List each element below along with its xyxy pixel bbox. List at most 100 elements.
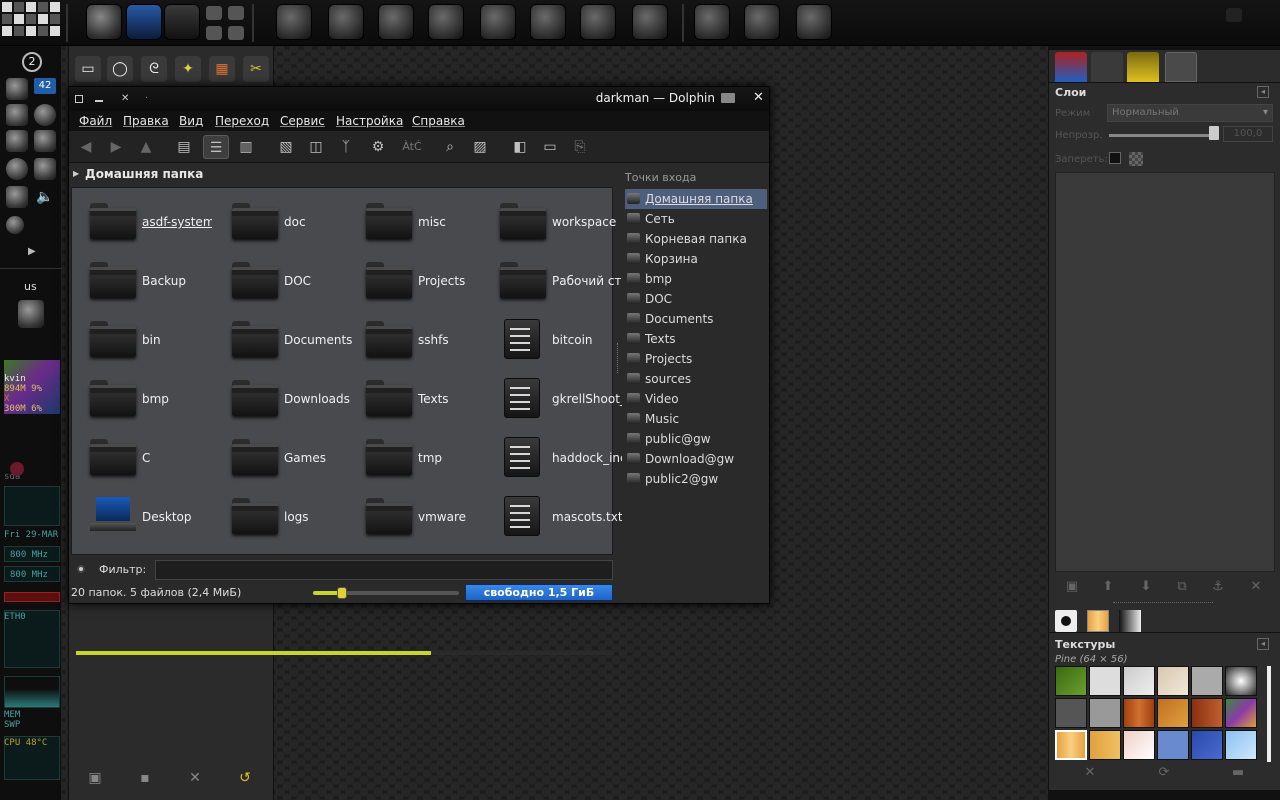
tools-icon[interactable] bbox=[580, 4, 616, 40]
texture-swatch[interactable] bbox=[1191, 698, 1223, 728]
texture-swatch[interactable] bbox=[1225, 698, 1257, 728]
forward-icon[interactable]: ▶ bbox=[103, 135, 129, 159]
pane-handle[interactable] bbox=[1113, 602, 1213, 605]
browser-icon[interactable] bbox=[480, 4, 516, 40]
scissors-tool[interactable]: ✂ bbox=[243, 56, 269, 82]
menu-tools[interactable]: Сервис bbox=[280, 114, 325, 128]
texture-swatch[interactable] bbox=[1055, 666, 1087, 696]
splitter-handle[interactable] bbox=[617, 343, 619, 373]
place-item[interactable]: Video bbox=[625, 389, 767, 409]
place-item[interactable]: Music bbox=[625, 409, 767, 429]
pager-cell[interactable] bbox=[50, 2, 60, 12]
texture-swatch[interactable] bbox=[1055, 698, 1087, 728]
texture-swatch[interactable] bbox=[1089, 666, 1121, 696]
texture-scrollbar[interactable] bbox=[1267, 666, 1271, 762]
texture-swatch[interactable] bbox=[1191, 730, 1223, 760]
open-folder-icon[interactable]: ▬ bbox=[1229, 764, 1247, 782]
place-item[interactable]: DOC bbox=[625, 289, 767, 309]
breadcrumb-home[interactable]: Домашняя папка bbox=[85, 167, 203, 181]
place-item[interactable]: Домашняя папка bbox=[625, 189, 767, 209]
clock-icon[interactable] bbox=[34, 130, 56, 152]
image-editor-icon[interactable] bbox=[744, 4, 780, 40]
file-item[interactable]: Games bbox=[220, 434, 354, 484]
spellcheck-icon[interactable]: ÀtĆ bbox=[399, 135, 425, 159]
desktop-pager[interactable] bbox=[0, 0, 62, 46]
edit-icon[interactable] bbox=[6, 104, 28, 126]
opacity-value[interactable]: 100,0 bbox=[1223, 126, 1273, 142]
texture-swatch[interactable] bbox=[1089, 730, 1121, 760]
columns-view-icon[interactable]: ▥ bbox=[233, 135, 259, 159]
lock-pixels-checkbox[interactable] bbox=[1109, 152, 1121, 164]
pager-cell[interactable] bbox=[14, 2, 24, 12]
undo-tab-icon[interactable] bbox=[1127, 52, 1159, 82]
document-icon[interactable]: ▪ bbox=[135, 768, 155, 788]
globe-icon[interactable] bbox=[6, 158, 28, 180]
file-item[interactable]: Documents bbox=[220, 316, 354, 366]
place-item[interactable]: Download@gw bbox=[625, 449, 767, 469]
texture-swatch[interactable] bbox=[1225, 730, 1257, 760]
pager-cell[interactable] bbox=[2, 14, 12, 24]
file-item[interactable]: sshfs bbox=[354, 316, 488, 366]
patterns-tab-icon[interactable] bbox=[1087, 610, 1109, 632]
place-item[interactable]: Корневая папка bbox=[625, 229, 767, 249]
close-icon[interactable]: ✕ bbox=[753, 90, 764, 105]
dock-menu-icon[interactable]: ◂ bbox=[1257, 86, 1269, 98]
arrow-up-icon[interactable] bbox=[206, 6, 222, 20]
window-icon[interactable] bbox=[206, 26, 222, 40]
delete-icon[interactable]: ✕ bbox=[185, 768, 205, 788]
pager-cell[interactable] bbox=[26, 2, 36, 12]
fuzzy-select-tool[interactable]: ✦ bbox=[175, 56, 201, 82]
file-item[interactable]: doc bbox=[220, 198, 354, 248]
window-menu-icon[interactable] bbox=[75, 95, 83, 103]
keyboard-layout[interactable]: us bbox=[24, 280, 37, 293]
pager-cell[interactable] bbox=[26, 14, 36, 24]
clear-filter-icon[interactable] bbox=[77, 565, 85, 573]
network-icon[interactable]: ⎘ bbox=[567, 135, 593, 159]
shade-icon[interactable]: ✕ bbox=[121, 93, 129, 104]
place-item[interactable]: sources bbox=[625, 369, 767, 389]
file-item[interactable]: haddock_inc bbox=[488, 434, 622, 484]
place-item[interactable]: Сеть bbox=[625, 209, 767, 229]
pager-cell[interactable] bbox=[38, 14, 48, 24]
ball-icon[interactable] bbox=[6, 216, 24, 234]
texture-swatch[interactable] bbox=[1123, 666, 1155, 696]
save-icon[interactable]: ▣ bbox=[85, 768, 105, 788]
duplicate-layer-icon[interactable]: ⧉ bbox=[1173, 578, 1191, 596]
new-layer-icon[interactable]: ▣ bbox=[1063, 578, 1081, 596]
place-item[interactable]: public2@gw bbox=[625, 469, 767, 489]
zoom-slider[interactable] bbox=[313, 587, 459, 599]
file-item[interactable]: DOC bbox=[220, 257, 354, 307]
file-item[interactable]: bmp bbox=[78, 375, 212, 425]
pager-cell[interactable] bbox=[14, 14, 24, 24]
camera-icon[interactable] bbox=[34, 158, 56, 180]
pager-cell[interactable] bbox=[38, 26, 48, 36]
layers-tab-icon[interactable] bbox=[1055, 52, 1087, 82]
mail-count-badge[interactable]: 42 bbox=[34, 78, 56, 94]
breadcrumb[interactable]: ▶ Домашняя папка bbox=[69, 165, 615, 185]
file-item[interactable]: mascots.txt bbox=[488, 493, 622, 543]
filter-icon[interactable]: ᛉ bbox=[333, 135, 359, 159]
window-titlebar[interactable]: ✕ · darkman — Dolphin ✕ bbox=[69, 87, 769, 111]
details-view-icon[interactable]: ☰ bbox=[203, 135, 229, 159]
file-item[interactable]: gkrellShoot_ bbox=[488, 375, 622, 425]
texture-swatch[interactable] bbox=[1123, 698, 1155, 728]
paths-tab-icon[interactable] bbox=[1091, 52, 1123, 82]
file-item[interactable]: Downloads bbox=[220, 375, 354, 425]
file-item[interactable]: Projects bbox=[354, 257, 488, 307]
zoom-slider-knob[interactable] bbox=[337, 587, 348, 599]
lower-layer-icon[interactable]: ⬇ bbox=[1137, 578, 1155, 596]
place-item[interactable]: Корзина bbox=[625, 249, 767, 269]
opacity-slider-knob[interactable] bbox=[1209, 126, 1219, 140]
opacity-slider[interactable] bbox=[1109, 134, 1219, 137]
arrow-down-icon[interactable] bbox=[228, 6, 244, 20]
folder-launcher-icon[interactable] bbox=[328, 4, 364, 40]
panels-icon[interactable]: ▭ bbox=[537, 135, 563, 159]
file-item[interactable]: tmp bbox=[354, 434, 488, 484]
system-settings-icon[interactable] bbox=[378, 4, 414, 40]
layers-list[interactable] bbox=[1055, 172, 1275, 572]
texture-swatch[interactable] bbox=[1157, 730, 1189, 760]
raise-layer-icon[interactable]: ⬆ bbox=[1099, 578, 1117, 596]
brushes-tab-icon[interactable] bbox=[1055, 610, 1077, 632]
monitor-icon[interactable] bbox=[632, 4, 668, 40]
apple-icon[interactable] bbox=[18, 300, 44, 328]
